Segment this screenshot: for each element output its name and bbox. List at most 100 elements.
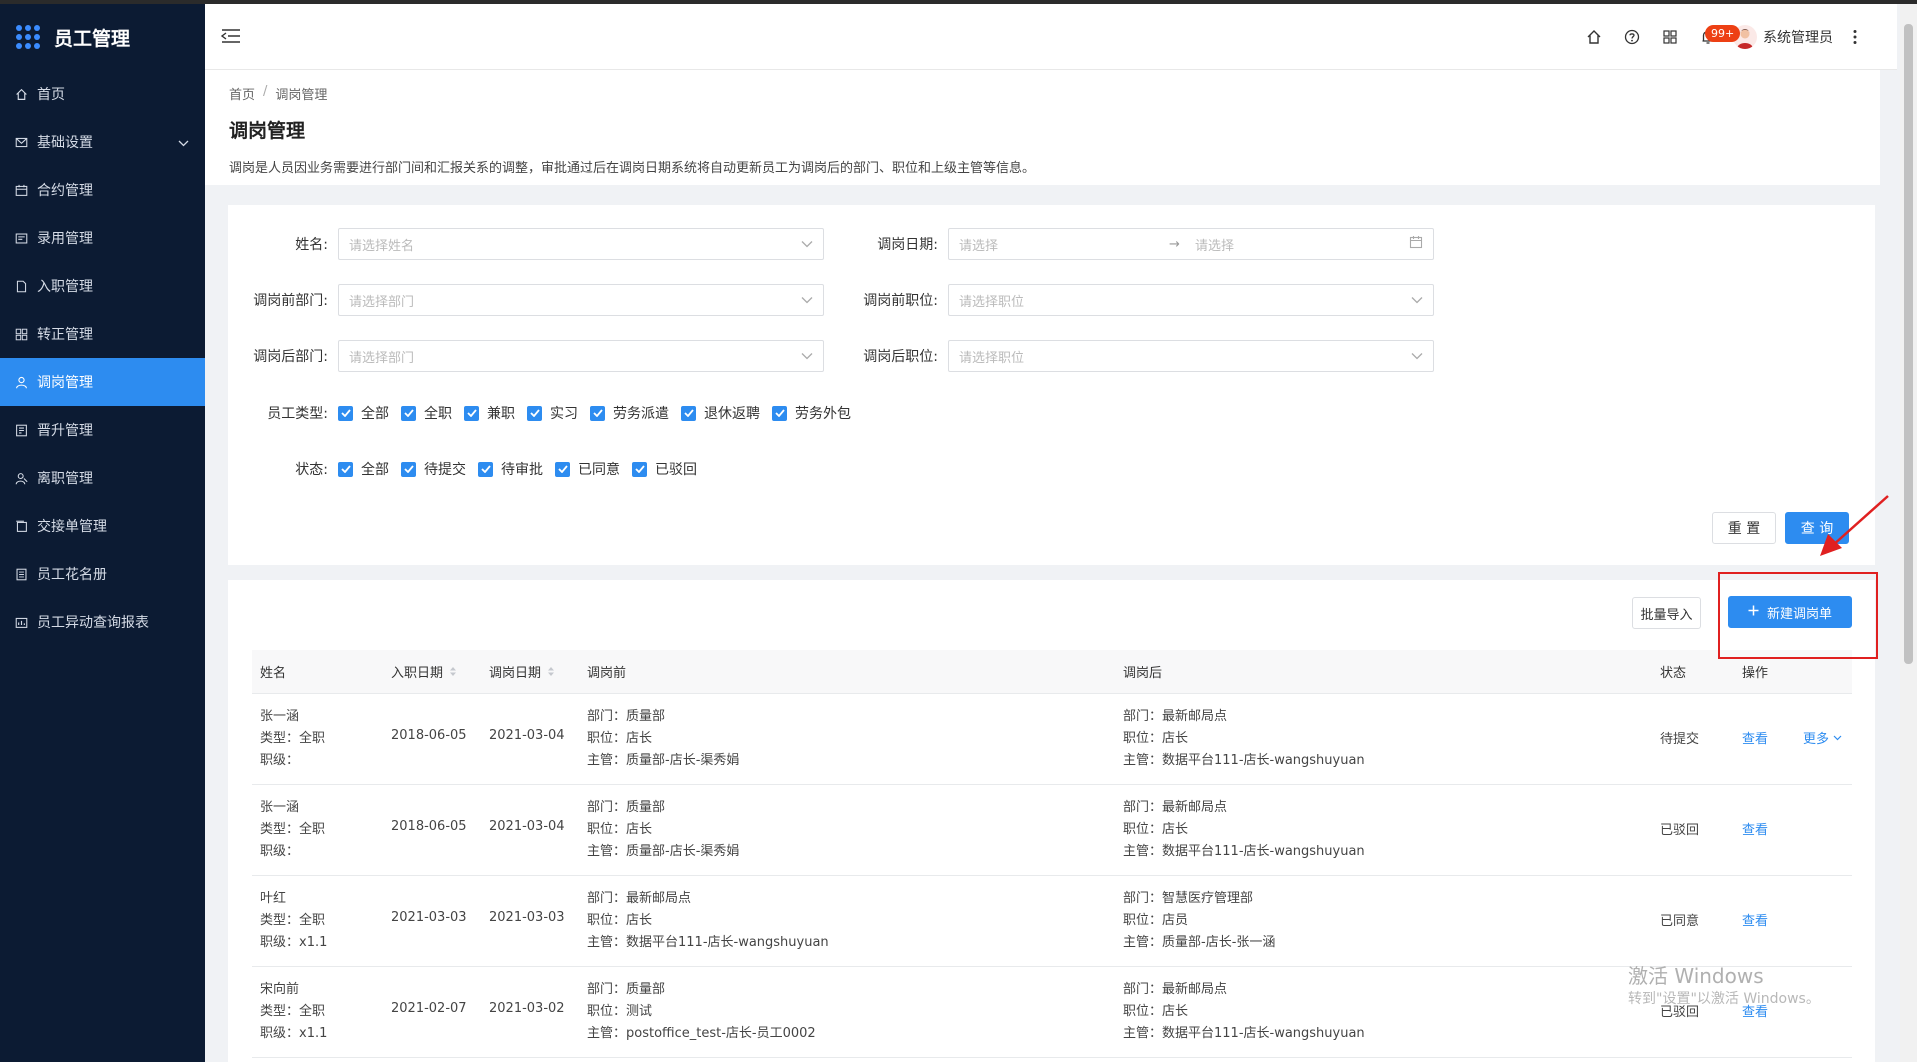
col-transfer-date-label: 调岗日期 [489, 666, 542, 681]
emp-type-checkbox-6[interactable]: 劳务外包 [772, 403, 851, 423]
checkbox-checked-icon[interactable] [681, 405, 696, 421]
sidebar-item-8[interactable]: 离职管理 [0, 454, 205, 502]
status-checkbox-0[interactable]: 全部 [338, 459, 389, 479]
checkbox-checked-icon[interactable] [401, 405, 416, 421]
after-dept-select[interactable]: 请选择部门 [338, 340, 824, 372]
name-select[interactable]: 请选择姓名 [338, 228, 824, 260]
emp-type-checkbox-2[interactable]: 兼职 [464, 403, 515, 423]
before-manager: 主管：postoffice_test-店长-员工0002 [587, 1026, 816, 1041]
sidebar-item-label: 首页 [37, 87, 65, 103]
checkbox-checked-icon[interactable] [464, 405, 479, 421]
filter-name-row: 姓名: 请选择姓名 [228, 228, 824, 260]
page-description: 调岗是人员因业务需要进行部门间和汇报关系的调整，审批通过后在调岗日期系统将自动更… [229, 161, 1036, 176]
sidebar-item-4[interactable]: 入职管理 [0, 262, 205, 310]
annotation-highlight-box [1718, 572, 1878, 659]
chart-report-icon [14, 615, 28, 629]
username[interactable]: 系统管理员 [1763, 27, 1833, 47]
roster-icon [14, 567, 28, 581]
col-join-date[interactable]: 入职日期 [391, 662, 457, 681]
annotation-arrow-icon [1820, 495, 1889, 556]
checkbox-checked-icon[interactable] [478, 461, 493, 477]
windows-activation-watermark: 激活 Windows [1628, 964, 1764, 988]
status-text: 待提交 [1660, 732, 1700, 747]
sidebar-item-10[interactable]: 员工花名册 [0, 550, 205, 598]
checkbox-checked-icon[interactable] [338, 461, 353, 477]
cell-before: 部门：质量部 职位：测试 主管：postoffice_test-店长-员工0002 [587, 979, 816, 1045]
date-end-placeholder[interactable]: 请选择 [1195, 235, 1409, 254]
checkbox-label: 全部 [361, 462, 389, 478]
date-range-picker[interactable]: 请选择 → 请选择 [948, 228, 1434, 260]
help-icon[interactable] [1613, 17, 1651, 57]
emp-type-checkbox-1[interactable]: 全职 [401, 403, 452, 423]
home-icon[interactable] [1575, 17, 1613, 57]
before-position: 职位：店长 [587, 731, 653, 746]
checkbox-label: 待审批 [501, 462, 543, 478]
checkbox-checked-icon[interactable] [338, 405, 353, 421]
view-link[interactable]: 查看 [1742, 728, 1768, 747]
more-vertical-icon[interactable] [1847, 17, 1863, 57]
col-transfer-date[interactable]: 调岗日期 [489, 662, 555, 681]
checkbox-checked-icon[interactable] [555, 461, 570, 477]
emp-type-checkbox-3[interactable]: 实习 [527, 403, 578, 423]
emp-type-checkbox-0[interactable]: 全部 [338, 403, 389, 423]
status-checkbox-1[interactable]: 待提交 [401, 459, 466, 479]
more-dropdown[interactable]: 更多 [1803, 728, 1842, 747]
home-icon [14, 87, 28, 101]
sort-icon[interactable] [449, 666, 457, 681]
brand[interactable]: 员工管理 [0, 4, 205, 70]
checkbox-checked-icon[interactable] [401, 461, 416, 477]
before-dept-select[interactable]: 请选择部门 [338, 284, 824, 316]
mail-icon [14, 135, 28, 149]
user-icon [14, 375, 28, 389]
status-checkbox-2[interactable]: 待审批 [478, 459, 543, 479]
emp-type-checkbox-5[interactable]: 退休返聘 [681, 403, 760, 423]
menu-fold-icon[interactable] [220, 28, 241, 48]
status-checkbox-4[interactable]: 已驳回 [632, 459, 697, 479]
batch-import-button[interactable]: 批量导入 [1632, 597, 1701, 629]
employee-level: 职级：x1.1 [260, 935, 328, 950]
page-scrollbar[interactable] [1900, 4, 1917, 1062]
report-icon [14, 423, 28, 437]
table-header: 姓名 入职日期 调岗日期 调岗前 调岗后 状态 操作 [252, 650, 1852, 694]
status-checkbox-3[interactable]: 已同意 [555, 459, 620, 479]
page-header: 首页 / 调岗管理 调岗管理 调岗是人员因业务需要进行部门间和汇报关系的调整，审… [205, 70, 1880, 185]
breadcrumb-home[interactable]: 首页 [229, 84, 255, 103]
after-pos-select[interactable]: 请选择职位 [948, 340, 1434, 372]
sidebar-item-2[interactable]: 合约管理 [0, 166, 205, 214]
sidebar-item-9[interactable]: 交接单管理 [0, 502, 205, 550]
transfer-date: 2021-03-04 [489, 728, 565, 743]
sidebar-item-label: 合约管理 [37, 183, 93, 199]
join-date: 2018-06-05 [391, 728, 467, 743]
sidebar-item-7[interactable]: 晋升管理 [0, 406, 205, 454]
view-link[interactable]: 查看 [1742, 819, 1768, 838]
apps-icon[interactable] [1651, 17, 1689, 57]
checkbox-checked-icon[interactable] [772, 405, 787, 421]
view-link[interactable]: 查看 [1742, 910, 1768, 929]
checkbox-checked-icon[interactable] [632, 461, 647, 477]
sidebar-item-5[interactable]: 转正管理 [0, 310, 205, 358]
sidebar-item-label: 交接单管理 [37, 519, 107, 535]
sidebar-item-1[interactable]: 基础设置 [0, 118, 205, 166]
emp-type-checkbox-4[interactable]: 劳务派遣 [590, 403, 669, 423]
checkbox-checked-icon[interactable] [590, 405, 605, 421]
sidebar-item-3[interactable]: 录用管理 [0, 214, 205, 262]
before-pos-select[interactable]: 请选择职位 [948, 284, 1434, 316]
notification-bell[interactable]: 99+ [1689, 17, 1741, 57]
scrollbar-thumb[interactable] [1904, 24, 1913, 664]
table-body: 张一涵 类型：全职 职级： 2018-06-05 2021-03-04 部门：质量部 职位：… [252, 694, 1852, 1058]
reset-button[interactable]: 重 置 [1712, 512, 1776, 544]
col-join-date-label: 入职日期 [391, 666, 444, 681]
calendar-icon [14, 183, 28, 197]
app-title: 员工管理 [54, 27, 131, 50]
emp-type-checkboxes: 全部 全职 兼职 实习 劳务派遣 退休返聘 劳务外包 [338, 403, 863, 423]
sidebar: 员工管理 首页基础设置合约管理录用管理 入职管理 转正管理 调岗管理 晋升管理 离职管理交… [0, 4, 205, 1062]
sidebar-item-0[interactable]: 首页 [0, 70, 205, 118]
chevron-down-icon [801, 349, 813, 364]
after-position: 职位：店长 [1123, 1004, 1189, 1019]
date-start-placeholder[interactable]: 请选择 [959, 235, 1169, 254]
chevron-down-icon [1833, 730, 1842, 745]
sidebar-item-11[interactable]: 员工异动查询报表 [0, 598, 205, 646]
sidebar-item-6[interactable]: 调岗管理 [0, 358, 205, 406]
checkbox-checked-icon[interactable] [527, 405, 542, 421]
sort-icon[interactable] [547, 666, 555, 681]
